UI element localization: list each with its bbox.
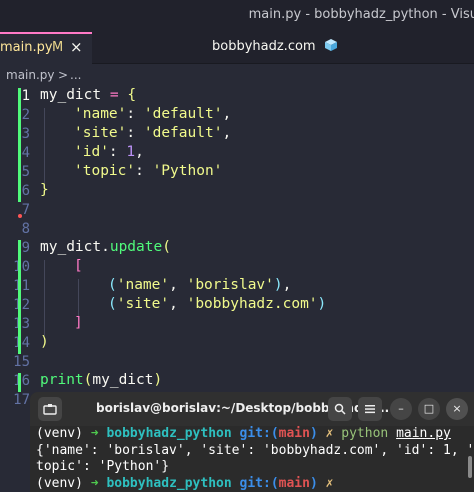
line-number: 14 xyxy=(13,335,30,351)
code-line: ) xyxy=(40,334,49,350)
terminal-scrollbar[interactable] xyxy=(468,456,472,478)
header-site-label: bobbyhadz.com xyxy=(212,38,338,56)
new-terminal-icon[interactable] xyxy=(38,397,62,421)
ice-cube-icon xyxy=(324,38,338,56)
line-number: 11 xyxy=(13,278,30,294)
terminal-line: topic': 'Python'} xyxy=(36,459,170,474)
breadcrumb-separator: > xyxy=(58,68,69,82)
indent-guide xyxy=(78,279,79,317)
git-added-indicator xyxy=(18,240,21,354)
line-number: 13 xyxy=(13,316,30,332)
indent-guide xyxy=(44,108,45,184)
line-number: 12 xyxy=(13,297,30,313)
terminal-window[interactable]: borislav@borislav:~/Desktop/bobbyhadz_..… xyxy=(30,392,474,492)
window-title: main.py - bobbyhadz_python - Visu xyxy=(248,7,474,22)
code-line: 'topic': 'Python' xyxy=(74,163,223,179)
line-number: 7 xyxy=(21,202,30,218)
code-line: [ xyxy=(74,258,83,274)
line-number: 5 xyxy=(21,164,30,180)
code-line: } xyxy=(40,182,49,198)
maximize-button[interactable]: □ xyxy=(418,398,440,420)
tab-main-py[interactable]: main.py M × xyxy=(0,32,92,64)
code-line: 'site': 'default', xyxy=(74,125,232,141)
terminal-line: {'name': 'borislav', 'site': 'bobbyhadz.… xyxy=(36,443,474,458)
menu-icon[interactable] xyxy=(358,397,382,421)
line-number: 10 xyxy=(13,259,30,275)
code-line: 'id': 1, xyxy=(74,144,144,160)
git-added-indicator xyxy=(18,88,21,202)
indent-guide xyxy=(44,260,45,336)
terminal-header: borislav@borislav:~/Desktop/bobbyhadz_..… xyxy=(30,392,474,426)
window-titlebar: main.py - bobbyhadz_python - Visu xyxy=(0,0,474,32)
code-line: my_dict.update( xyxy=(40,239,171,255)
editor-tab-bar: main.py M × bobbyhadz.com xyxy=(0,32,474,64)
code-line: print(my_dict) xyxy=(40,372,163,388)
close-button[interactable]: × xyxy=(446,398,468,420)
line-number: 3 xyxy=(21,126,30,142)
code-line: ('site', 'bobbyhadz.com') xyxy=(108,296,327,312)
breadcrumb: main.py > ... xyxy=(0,64,474,86)
terminal-output[interactable]: (venv) ➜ bobbyhadz_python git:(main) ✗ p… xyxy=(30,426,474,492)
line-number: 15 xyxy=(13,354,30,370)
line-number: 1 xyxy=(21,88,30,104)
close-icon[interactable]: × xyxy=(70,38,83,56)
line-number: 17 xyxy=(13,392,30,408)
terminal-line: (venv) ➜ bobbyhadz_python git:(main) ✗ p… xyxy=(36,426,451,441)
code-line: ] xyxy=(74,315,83,331)
breadcrumb-file[interactable]: main.py xyxy=(6,68,55,82)
terminal-line: (venv) ➜ bobbyhadz_python git:(main) ✗ xyxy=(36,476,334,491)
line-number: 9 xyxy=(21,240,30,256)
line-number: 2 xyxy=(21,107,30,123)
line-number: 4 xyxy=(21,145,30,161)
line-number: 6 xyxy=(21,183,30,199)
site-label: bobbyhadz.com xyxy=(212,39,316,54)
tab-modified-badge: M xyxy=(52,40,64,55)
git-deleted-indicator xyxy=(18,214,22,218)
search-icon[interactable] xyxy=(328,397,352,421)
breadcrumb-more[interactable]: ... xyxy=(70,68,81,82)
tab-label: main.py xyxy=(0,40,53,55)
git-added-indicator xyxy=(18,373,21,392)
code-line: my_dict = { xyxy=(40,87,137,103)
code-line: ('name', 'borislav'), xyxy=(108,277,292,293)
line-number: 16 xyxy=(13,373,30,389)
line-number: 8 xyxy=(21,221,30,237)
code-line: 'name': 'default', xyxy=(74,106,232,122)
minimize-button[interactable]: – xyxy=(390,398,412,420)
